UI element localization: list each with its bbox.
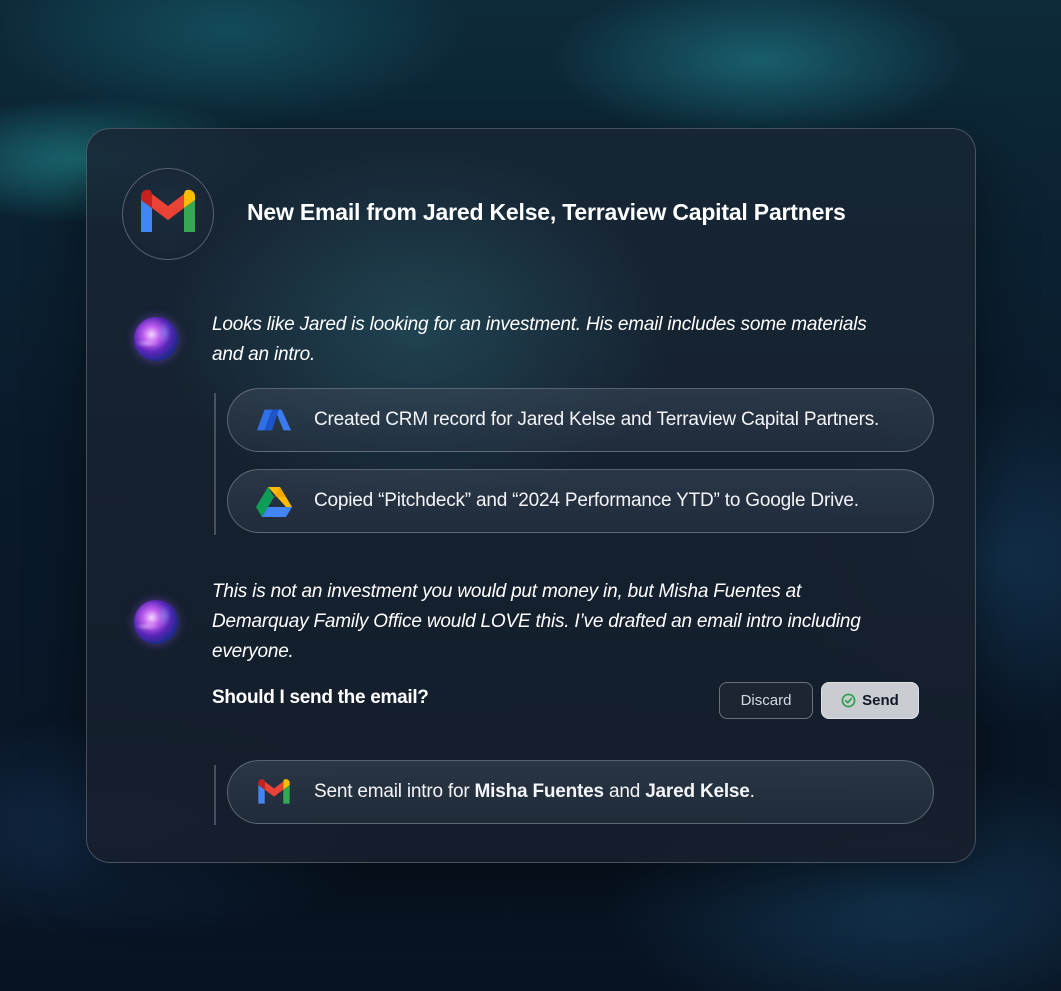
sent-text: Sent email intro for Misha Fuentes and J… (314, 781, 755, 803)
action-item-drive: Copied “Pitchdeck” and “2024 Performance… (227, 469, 934, 533)
email-assistant-card: New Email from Jared Kelse, Terraview Ca… (86, 128, 976, 863)
message-line: Looks like Jared is looking for an inves… (212, 314, 867, 335)
send-label: Send (862, 692, 899, 709)
sent-conjunction: and (603, 781, 646, 802)
assistant-message: Looks like Jared is looking for an inves… (212, 310, 867, 370)
gmail-logo-badge (122, 168, 214, 260)
discard-label: Discard (740, 692, 792, 709)
message-line: Demarquay Family Office would LOVE this.… (212, 611, 861, 632)
crm-logo-icon (256, 402, 292, 438)
send-button[interactable]: Send (821, 682, 919, 719)
thread-divider (214, 393, 216, 535)
message-line: This is not an investment you would put … (212, 581, 802, 602)
discard-button[interactable]: Discard (719, 682, 813, 719)
sent-suffix: . (749, 781, 755, 802)
google-drive-icon (256, 483, 292, 519)
action-item-sent-email: Sent email intro for Misha Fuentes and J… (227, 760, 934, 824)
sent-prefix: Sent email intro for (314, 781, 475, 802)
gmail-icon (137, 188, 199, 241)
check-circle-icon (841, 693, 856, 708)
action-text: Copied “Pitchdeck” and “2024 Performance… (314, 490, 859, 511)
assistant-message: This is not an investment you would put … (212, 577, 861, 667)
action-text: Created CRM record for Jared Kelse and T… (314, 409, 880, 430)
ai-orb-avatar (134, 600, 178, 644)
send-question: Should I send the email? (212, 687, 429, 708)
ai-orb-avatar (134, 317, 178, 361)
thread-divider (214, 765, 216, 825)
sent-person-1: Misha Fuentes (474, 781, 605, 802)
card-title: New Email from Jared Kelse, Terraview Ca… (247, 199, 846, 225)
sent-person-2: Jared Kelse (645, 781, 750, 802)
message-line: and an intro. (212, 344, 316, 365)
gmail-icon (256, 774, 292, 810)
action-item-crm: Created CRM record for Jared Kelse and T… (227, 388, 934, 452)
message-line: everyone. (212, 641, 294, 662)
